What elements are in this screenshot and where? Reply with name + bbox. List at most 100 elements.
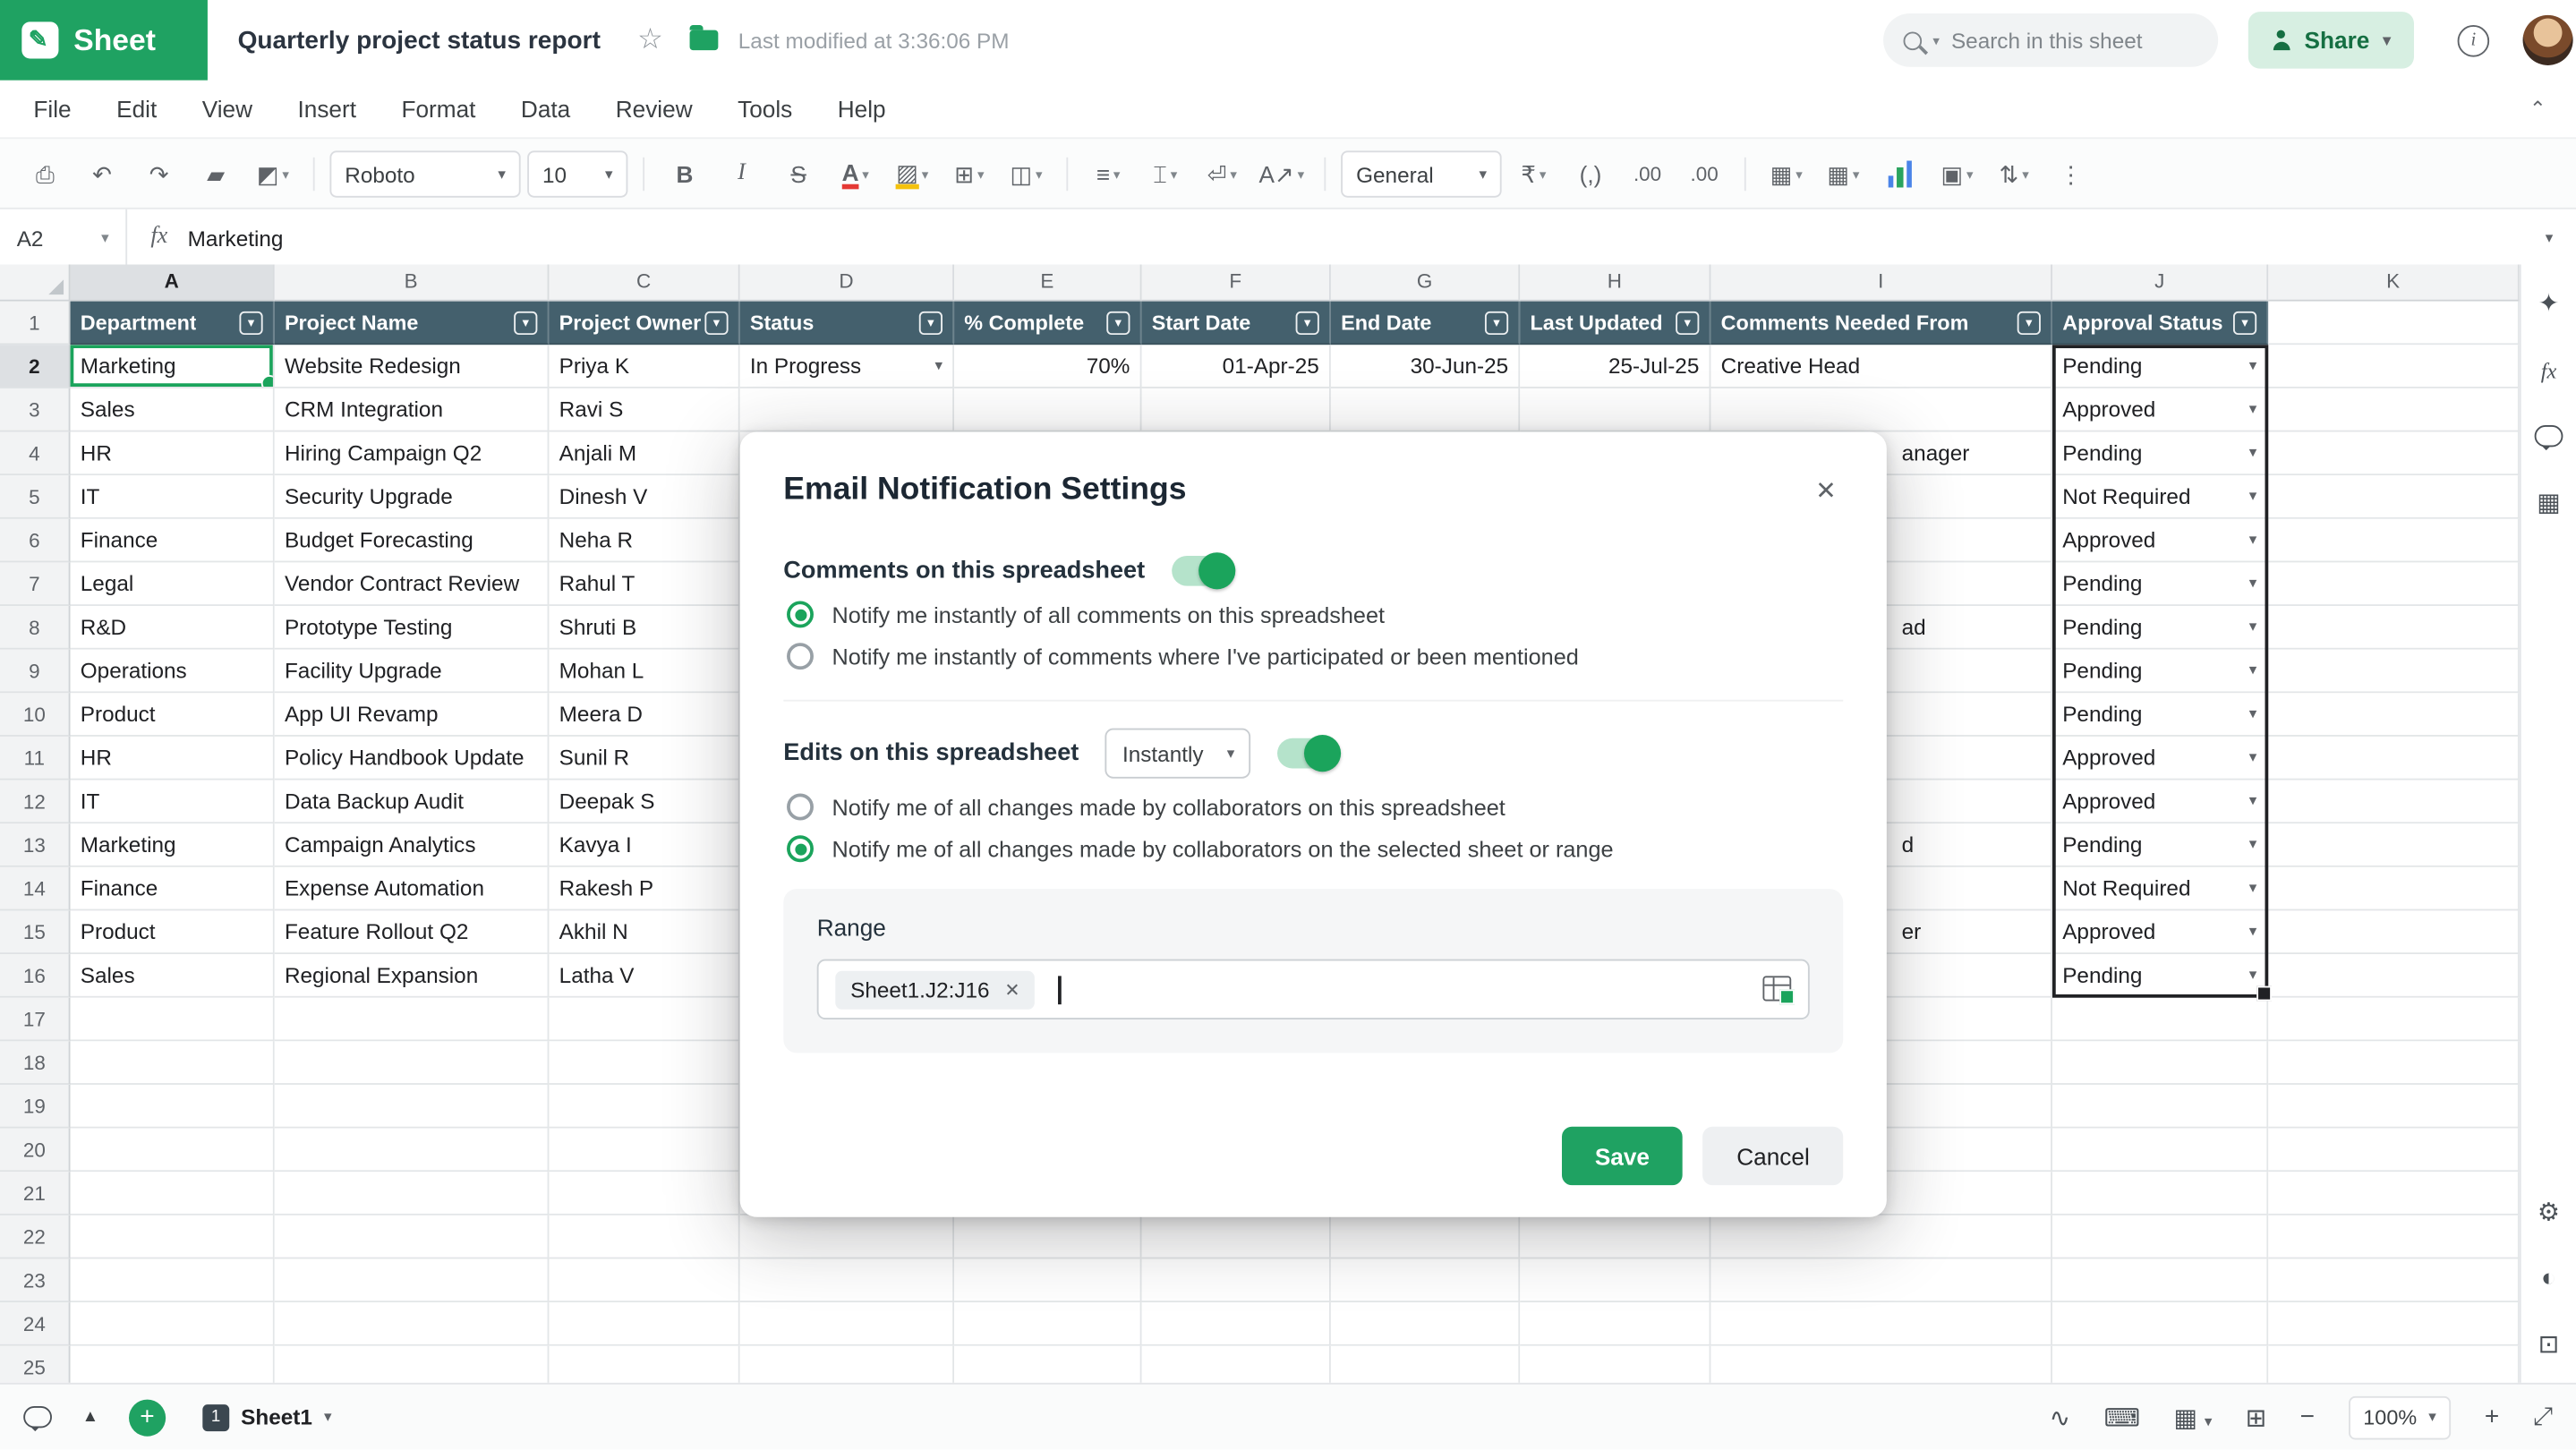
dropdown-caret-icon[interactable]: ▾ xyxy=(2242,835,2256,854)
zia-assistant-icon[interactable]: ✦ xyxy=(2538,288,2560,319)
cell-B18[interactable] xyxy=(275,1041,550,1085)
cancel-button[interactable]: Cancel xyxy=(1703,1127,1843,1185)
filter-icon[interactable]: ▾ xyxy=(1296,311,1319,334)
row-header-16[interactable]: 16 xyxy=(0,954,71,998)
cell-A15[interactable]: Product xyxy=(71,910,275,954)
redo-button[interactable]: ↷ xyxy=(134,150,184,197)
dropdown-caret-icon[interactable]: ▾ xyxy=(2242,444,2256,463)
cell-B10[interactable]: App UI Revamp xyxy=(275,693,550,737)
cell-G2[interactable]: 30-Jun-25 xyxy=(1331,345,1520,388)
close-icon[interactable]: ✕ xyxy=(1809,472,1843,508)
zoom-in-button[interactable]: + xyxy=(2485,1403,2499,1431)
fullscreen-icon[interactable]: ⤢ xyxy=(2533,1403,2553,1431)
sort-button[interactable]: ⇅▾ xyxy=(1989,150,2039,197)
cell-C21[interactable] xyxy=(549,1172,739,1215)
borders-button[interactable]: ⊞▾ xyxy=(944,150,994,197)
conditional-format-button[interactable]: ▦▾ xyxy=(1761,150,1812,197)
cell-B5[interactable]: Security Upgrade xyxy=(275,475,550,519)
comments-panel-icon[interactable] xyxy=(2535,425,2563,447)
cell-K24[interactable] xyxy=(2268,1302,2520,1346)
row-header-1[interactable]: 1 xyxy=(0,302,71,345)
cell-J7[interactable]: Pending▾ xyxy=(2052,562,2268,606)
cell-B22[interactable] xyxy=(275,1215,550,1259)
cell-C7[interactable]: Rahul T xyxy=(549,562,739,606)
cell-A9[interactable]: Operations xyxy=(71,650,275,694)
column-header-B[interactable]: B xyxy=(275,265,550,302)
column-header-F[interactable]: F xyxy=(1142,265,1331,302)
column-header-J[interactable]: J xyxy=(2052,265,2268,302)
cell-A14[interactable]: Finance xyxy=(71,867,275,911)
dropdown-caret-icon[interactable]: ▾ xyxy=(2242,879,2256,898)
cell-B12[interactable]: Data Backup Audit xyxy=(275,780,550,824)
cell-H23[interactable] xyxy=(1520,1258,1710,1302)
clipboard-icon[interactable]: ⊡ xyxy=(2538,1329,2560,1360)
cell-J5[interactable]: Not Required▾ xyxy=(2052,475,2268,519)
cell-J8[interactable]: Pending▾ xyxy=(2052,606,2268,650)
cell-C17[interactable] xyxy=(549,998,739,1042)
menu-data[interactable]: Data xyxy=(521,96,570,123)
text-rotate-button[interactable]: A↗▾ xyxy=(1254,150,1309,197)
cell-F2[interactable]: 01-Apr-25 xyxy=(1142,345,1331,388)
cell-K21[interactable] xyxy=(2268,1172,2520,1215)
settings-icon[interactable]: ⚙ xyxy=(2538,1197,2560,1227)
strikethrough-button[interactable]: S xyxy=(773,150,823,197)
sheet-list-icon[interactable]: ▲ xyxy=(82,1408,99,1427)
column-header-A[interactable]: A xyxy=(71,265,275,302)
widget-view-icon[interactable]: ⊞ xyxy=(2246,1402,2267,1432)
cell-D2[interactable]: In Progress▾ xyxy=(740,345,954,388)
cell-C18[interactable] xyxy=(549,1041,739,1085)
cell-E24[interactable] xyxy=(954,1302,1141,1346)
cell-G25[interactable] xyxy=(1331,1346,1520,1383)
cell-J24[interactable] xyxy=(2052,1302,2268,1346)
cell-A10[interactable]: Product xyxy=(71,693,275,737)
range-picker-icon[interactable] xyxy=(1762,976,1791,1001)
filter-icon[interactable]: ▾ xyxy=(2017,311,2041,334)
cell-K25[interactable] xyxy=(2268,1346,2520,1383)
cell-K14[interactable] xyxy=(2268,867,2520,911)
cell-G3[interactable] xyxy=(1331,388,1520,432)
column-header-D[interactable]: D xyxy=(740,265,954,302)
edits-notify-radio-option[interactable]: Notify me of all changes made by collabo… xyxy=(787,835,1843,862)
dropdown-caret-icon[interactable]: ▾ xyxy=(2242,748,2256,767)
cell-B9[interactable]: Facility Upgrade xyxy=(275,650,550,694)
zoom-out-button[interactable]: − xyxy=(2300,1403,2315,1431)
insert-chart-button[interactable] xyxy=(1875,150,1925,197)
select-all-corner[interactable] xyxy=(0,265,71,302)
row-header-21[interactable]: 21 xyxy=(0,1172,71,1215)
cell-K8[interactable] xyxy=(2268,606,2520,650)
text-wrap-button[interactable]: ⏎▾ xyxy=(1197,150,1247,197)
cell-K19[interactable] xyxy=(2268,1085,2520,1129)
cell-C22[interactable] xyxy=(549,1215,739,1259)
cell-B20[interactable] xyxy=(275,1129,550,1173)
row-header-13[interactable]: 13 xyxy=(0,823,71,867)
cell-F25[interactable] xyxy=(1142,1346,1331,1383)
print-button[interactable]: ⎙ xyxy=(20,150,70,197)
bold-button[interactable]: B xyxy=(660,150,710,197)
cell-A12[interactable]: IT xyxy=(71,780,275,824)
functions-panel-icon[interactable]: fx xyxy=(2541,358,2557,385)
cell-K18[interactable] xyxy=(2268,1041,2520,1085)
cell-E25[interactable] xyxy=(954,1346,1141,1383)
column-header-C[interactable]: C xyxy=(549,265,739,302)
header-cell-status[interactable]: Status▾ xyxy=(740,302,954,345)
header-cell-start-date[interactable]: Start Date▾ xyxy=(1142,302,1331,345)
folder-icon[interactable] xyxy=(690,30,719,50)
search-input[interactable]: ▾ Search in this sheet xyxy=(1882,13,2217,67)
row-header-10[interactable]: 10 xyxy=(0,693,71,737)
cell-F23[interactable] xyxy=(1142,1258,1331,1302)
clear-format-button[interactable]: ◩▾ xyxy=(248,150,298,197)
cell-K5[interactable] xyxy=(2268,475,2520,519)
cell-A8[interactable]: R&D xyxy=(71,606,275,650)
cell-E23[interactable] xyxy=(954,1258,1141,1302)
cell-J20[interactable] xyxy=(2052,1129,2268,1173)
cell-B15[interactable]: Feature Rollout Q2 xyxy=(275,910,550,954)
cell-K16[interactable] xyxy=(2268,954,2520,998)
comments-notify-radio-option[interactable]: Notify me instantly of comments where I'… xyxy=(787,643,1843,670)
cell-K4[interactable] xyxy=(2268,432,2520,476)
cell-B14[interactable]: Expense Automation xyxy=(275,867,550,911)
cell-A4[interactable]: HR xyxy=(71,432,275,476)
cell-A6[interactable]: Finance xyxy=(71,519,275,563)
cell-F3[interactable] xyxy=(1142,388,1331,432)
cell-H3[interactable] xyxy=(1520,388,1710,432)
row-header-25[interactable]: 25 xyxy=(0,1346,71,1383)
